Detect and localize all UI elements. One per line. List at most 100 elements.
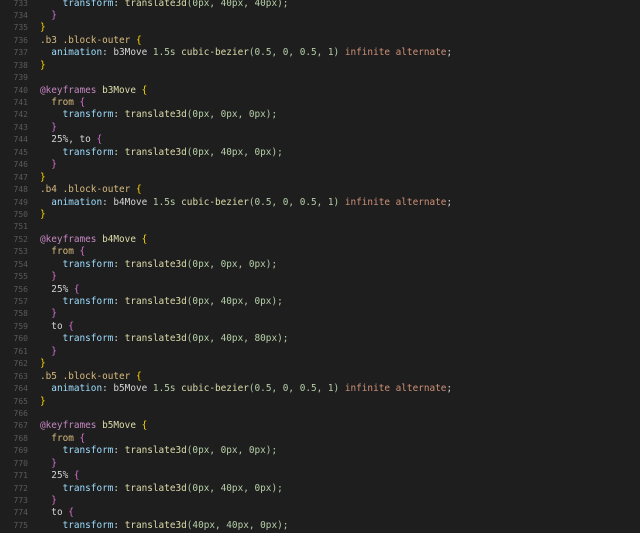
code-token: translate3d — [124, 519, 187, 531]
code-token: infinite alternate — [344, 196, 447, 208]
code-line[interactable]: 748 .b4 .block-outer { — [0, 184, 640, 196]
code-text: } — [28, 396, 640, 408]
code-line[interactable]: 767 @keyframes b5Move { — [0, 420, 640, 432]
code-line[interactable]: 775 transform: translate3d(40px, 40px, 0… — [0, 520, 640, 532]
code-line[interactable]: 735} — [0, 22, 640, 34]
line-number: 741 — [13, 98, 28, 107]
line-number: 761 — [13, 346, 28, 356]
code-token: 25% — [51, 283, 74, 295]
code-line[interactable]: 734 } — [0, 10, 640, 22]
code-line[interactable]: 774 to { — [0, 507, 640, 519]
code-line[interactable]: 771 25% { — [0, 470, 640, 482]
code-line[interactable]: 744 25%, to { — [0, 134, 640, 146]
line-number: 743 — [13, 122, 28, 132]
line-number: 759 — [13, 321, 28, 331]
code-token: ; — [446, 47, 453, 59]
code-line[interactable]: 749 animation: b4Move 1.5s cubic-bezier(… — [0, 197, 640, 209]
code-line[interactable]: 768 from { — [0, 433, 640, 445]
code-token: @keyframes — [40, 84, 103, 96]
code-text: } — [28, 458, 640, 470]
code-line[interactable]: 740 @keyframes b3Move { — [0, 85, 640, 97]
code-line[interactable]: 754 transform: translate3d(0px, 0px, 0px… — [0, 259, 640, 271]
code-line[interactable]: 770 } — [0, 458, 640, 470]
code-text: from { — [28, 246, 640, 258]
code-line[interactable]: 766 — [0, 408, 640, 420]
line-number: 738 — [13, 60, 28, 70]
code-line[interactable]: 750} — [0, 209, 640, 221]
code-token: } — [51, 9, 57, 21]
code-line[interactable]: 751 — [0, 221, 640, 233]
code-line[interactable]: 763 .b5 .block-outer { — [0, 371, 640, 383]
code-line[interactable]: 757 transform: translate3d(0px, 40px, 0p… — [0, 296, 640, 308]
code-text: transform: translate3d(40px, 40px, 0px); — [28, 520, 640, 532]
code-line[interactable]: 737 animation: b3Move 1.5s cubic-bezier(… — [0, 47, 640, 59]
code-token: { — [141, 233, 148, 245]
code-line[interactable]: 742 transform: translate3d(0px, 0px, 0px… — [0, 109, 640, 121]
code-token: } — [51, 345, 57, 357]
code-line[interactable]: 773 } — [0, 495, 640, 507]
code-token: { — [79, 432, 86, 444]
code-token: b4Move — [102, 233, 142, 245]
code-line[interactable]: 746 } — [0, 159, 640, 171]
code-token: animation — [51, 47, 103, 59]
code-line[interactable]: 752 @keyframes b4Move { — [0, 234, 640, 246]
code-line[interactable]: 764 animation: b5Move 1.5s cubic-bezier(… — [0, 383, 640, 395]
code-token: : — [113, 445, 125, 457]
code-token: { — [73, 470, 80, 482]
code-token: : — [113, 146, 125, 158]
code-token: (0px, 40px, 0px); — [186, 146, 283, 158]
code-line[interactable]: 761 } — [0, 346, 640, 358]
code-text: } — [28, 159, 640, 171]
code-line[interactable]: 743 } — [0, 122, 640, 134]
code-token: translate3d — [124, 333, 187, 345]
code-token: } — [40, 395, 46, 407]
code-token: to — [51, 507, 69, 519]
line-number: 768 — [13, 433, 28, 443]
code-token: .b4 .block-outer — [40, 184, 136, 196]
code-line[interactable]: 741 from { — [0, 97, 640, 109]
code-line[interactable]: 738} — [0, 60, 640, 72]
code-line[interactable]: 753 from { — [0, 246, 640, 258]
code-line[interactable]: 762} — [0, 358, 640, 370]
code-token: translate3d — [124, 109, 187, 121]
line-number: 750 — [13, 209, 28, 219]
code-token: { — [68, 507, 74, 519]
code-line[interactable]: 759 to { — [0, 321, 640, 333]
code-line[interactable]: 758 } — [0, 308, 640, 320]
code-line[interactable]: 756 25% { — [0, 284, 640, 296]
line-number: 772 — [13, 483, 28, 493]
code-token: : — [113, 296, 125, 307]
line-number: 771 — [13, 471, 28, 481]
code-line[interactable]: 736 .b3 .block-outer { — [0, 35, 640, 47]
code-text: transform: translate3d(0px, 0px, 0px); — [28, 445, 640, 457]
code-token: translate3d — [124, 482, 187, 494]
code-line[interactable]: 745 transform: translate3d(0px, 40px, 0p… — [0, 147, 640, 159]
line-number: 751 — [13, 222, 28, 232]
code-token: { — [79, 246, 86, 258]
code-token: b5Move — [102, 420, 142, 432]
code-text: to { — [28, 507, 640, 519]
line-number: 752 — [13, 234, 28, 244]
code-token: translate3d — [124, 258, 187, 270]
code-token: : — [113, 258, 125, 270]
code-line[interactable]: 739 — [0, 72, 640, 84]
code-line[interactable]: 769 transform: translate3d(0px, 0px, 0px… — [0, 445, 640, 457]
code-line[interactable]: 765} — [0, 396, 640, 408]
code-editor[interactable]: 733 transform: translate3d(0px, 40px, 40… — [0, 0, 640, 533]
code-token: } — [40, 358, 46, 370]
code-line[interactable]: 772 transform: translate3d(0px, 40px, 0p… — [0, 483, 640, 495]
code-line[interactable]: 760 transform: translate3d(0px, 40px, 80… — [0, 333, 640, 345]
code-token: (0px, 40px, 80px); — [186, 333, 289, 345]
code-line[interactable]: 755 } — [0, 271, 640, 283]
code-token: { — [135, 370, 142, 382]
code-line[interactable]: 733 transform: translate3d(0px, 40px, 40… — [0, 0, 640, 10]
code-line[interactable]: 747} — [0, 172, 640, 184]
